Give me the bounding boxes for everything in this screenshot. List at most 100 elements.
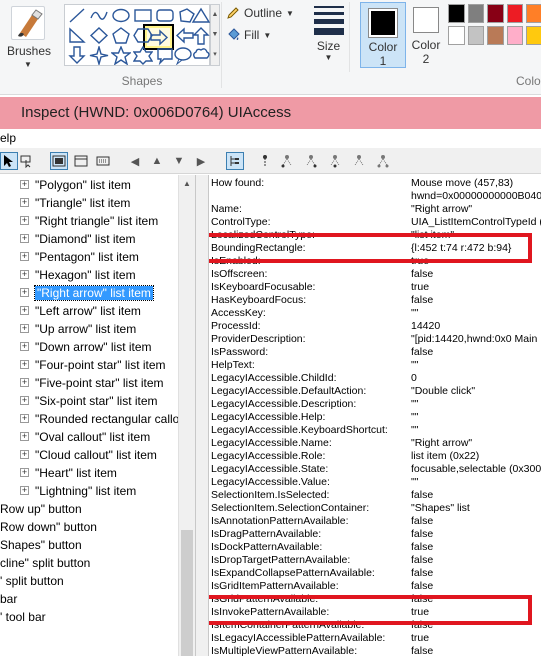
size-button[interactable]: Size ▼	[308, 2, 350, 72]
tree-item[interactable]: + "Polygon" list item	[20, 175, 131, 193]
expand-icon[interactable]: +	[20, 378, 29, 388]
tree-item[interactable]: + "Right triangle" list item	[20, 211, 158, 229]
tree-view-icon[interactable]	[226, 152, 244, 170]
tree-item[interactable]: Shapes" button	[0, 535, 82, 553]
rectangle-shape-icon[interactable]	[133, 6, 153, 25]
expand-icon[interactable]: +	[20, 396, 29, 406]
tree-item[interactable]: + "Up arrow" list item	[20, 319, 136, 337]
right-triangle-shape-icon[interactable]	[67, 26, 87, 45]
palette-swatch[interactable]: #c3c3c3	[467, 26, 485, 45]
oval-callout-shape-icon[interactable]	[173, 46, 193, 66]
property-row[interactable]: ProviderDescription: "[pid:14420,hwnd:0x0…	[211, 333, 541, 346]
tree-item[interactable]: + "Cloud callout" list item	[20, 445, 157, 463]
last-child-icon[interactable]	[350, 152, 368, 170]
pane-splitter[interactable]	[196, 175, 208, 656]
palette-swatch[interactable]: #ff7f27	[526, 4, 541, 23]
expand-icon[interactable]: +	[20, 324, 29, 334]
tree-item[interactable]: ' split button	[0, 571, 64, 589]
palette-swatch[interactable]: #ed1c24	[506, 4, 524, 23]
nav-left-icon[interactable]: ◀	[126, 152, 144, 170]
tree-item[interactable]: Row down" button	[0, 517, 97, 535]
tree-item[interactable]: + "Down arrow" list item	[20, 337, 152, 355]
property-row[interactable]: LegacyIAccessible.ChildId: 0	[211, 372, 541, 385]
tree-item[interactable]: Row up" button	[0, 499, 82, 517]
property-row[interactable]: hwnd=0x00000000000B040	[211, 190, 541, 203]
fill-dropdown[interactable]: Fill ▼	[226, 24, 302, 46]
element-tree[interactable]: + "Polygon" list item + "Triangle" list ite…	[0, 175, 196, 656]
keyboard-icon[interactable]	[94, 152, 112, 170]
expand-icon[interactable]: +	[20, 288, 29, 298]
property-row[interactable]: LegacyIAccessible.Description: ""	[211, 398, 541, 411]
expand-icon[interactable]: +	[20, 198, 29, 208]
cloud-callout-shape-icon[interactable]	[191, 46, 211, 65]
rounded-rectangle-shape-icon[interactable]	[155, 6, 175, 25]
outline-dropdown[interactable]: Outline ▼	[226, 2, 302, 24]
menu-help[interactable]: elp	[0, 131, 16, 145]
expand-icon[interactable]: +	[20, 216, 29, 226]
property-row[interactable]: IsDockPatternAvailable: false	[211, 541, 541, 554]
cursor-mode-icon[interactable]	[0, 152, 18, 170]
expand-icon[interactable]: +	[20, 468, 29, 478]
expand-icon[interactable]: +	[20, 270, 29, 280]
down-arrow-shape-icon[interactable]	[67, 46, 87, 65]
expand-icon[interactable]: +	[20, 486, 29, 496]
right-arrow-shape-icon[interactable]	[149, 28, 169, 47]
expand-icon[interactable]: +	[20, 432, 29, 442]
property-row[interactable]: IsGridItemPatternAvailable: false	[211, 580, 541, 593]
six-point-star-shape-icon[interactable]	[132, 45, 154, 65]
rounded-callout-shape-icon[interactable]	[155, 46, 175, 66]
palette-swatch[interactable]: #ffc90e	[526, 26, 541, 45]
tree-item[interactable]: + "Pentagon" list item	[20, 247, 139, 265]
property-row[interactable]: SelectionItem.SelectionContainer: "Shapes…	[211, 502, 541, 515]
scroll-up-icon[interactable]: ▲	[179, 175, 195, 192]
nav-up-icon[interactable]: ▲	[148, 152, 166, 170]
tree-item[interactable]: + "Heart" list item	[20, 463, 117, 481]
up-arrow-shape-icon[interactable]	[191, 26, 211, 45]
triangle-shape-icon[interactable]	[191, 6, 211, 25]
property-row[interactable]: HelpText: ""	[211, 359, 541, 372]
tree-item[interactable]: + "Four-point star" list item	[20, 355, 166, 373]
shapes-scrollbar[interactable]: ▲ ▼ ▾	[210, 4, 220, 66]
four-point-star-shape-icon[interactable]	[89, 44, 109, 67]
property-row[interactable]: IsOffscreen: false	[211, 268, 541, 281]
property-row[interactable]: IsKeyboardFocusable: true	[211, 281, 541, 294]
oval-shape-icon[interactable]	[111, 6, 131, 25]
tree-item[interactable]: bar	[0, 589, 17, 607]
scroll-thumb[interactable]	[181, 530, 193, 656]
property-row[interactable]: LegacyIAccessible.KeyboardShortcut: ""	[211, 424, 541, 437]
tree-item[interactable]: + "Hexagon" list item	[20, 265, 136, 283]
tree-item[interactable]: + "Five-point star" list item	[20, 373, 164, 391]
property-row[interactable]: LegacyIAccessible.Role: list item (0x22)	[211, 450, 541, 463]
diamond-shape-icon[interactable]	[89, 26, 109, 45]
tree-item[interactable]: + "Triangle" list item	[20, 193, 130, 211]
property-row[interactable]: IsPassword: false	[211, 346, 541, 359]
five-point-star-shape-icon[interactable]	[110, 45, 132, 66]
expand-icon[interactable]: +	[20, 252, 29, 262]
property-row[interactable]: How found: Mouse move (457,83)	[211, 177, 541, 190]
highlight-rectangle-icon[interactable]	[50, 152, 68, 170]
palette-swatch[interactable]: #ffffff	[448, 26, 465, 45]
tree-item[interactable]: + "Six-point star" list item	[20, 391, 158, 409]
expand-icon[interactable]: +	[20, 342, 29, 352]
palette-swatch[interactable]: #000000	[448, 4, 465, 23]
property-row[interactable]: SelectionItem.IsSelected: false	[211, 489, 541, 502]
tree-vertical-scrollbar[interactable]: ▲	[178, 175, 195, 656]
nav-right-icon[interactable]: ▶	[192, 152, 210, 170]
palette-swatch[interactable]: #b97a57	[487, 26, 504, 45]
show-window-icon[interactable]	[72, 152, 90, 170]
tree-item[interactable]: cline" split button	[0, 553, 90, 571]
property-row[interactable]: ProcessId: 14420	[211, 320, 541, 333]
tree-item[interactable]: + "Diamond" list item	[20, 229, 136, 247]
property-row[interactable]: IsDropTargetPatternAvailable: false	[211, 554, 541, 567]
property-row[interactable]: LegacyIAccessible.Value: ""	[211, 476, 541, 489]
expand-icon[interactable]: +	[20, 306, 29, 316]
palette-swatch[interactable]: #ffaec9	[506, 26, 524, 45]
property-row[interactable]: LegacyIAccessible.DefaultAction: "Double …	[211, 385, 541, 398]
first-child-icon[interactable]	[278, 152, 296, 170]
refresh-tree-icon[interactable]	[374, 152, 392, 170]
property-row[interactable]: IsAnnotationPatternAvailable: false	[211, 515, 541, 528]
color1-button[interactable]: Color 1	[360, 2, 406, 68]
prev-sibling-icon[interactable]	[326, 152, 344, 170]
property-row[interactable]: IsMultipleViewPatternAvailable: false	[211, 645, 541, 656]
property-row[interactable]: Name: "Right arrow"	[211, 203, 541, 216]
